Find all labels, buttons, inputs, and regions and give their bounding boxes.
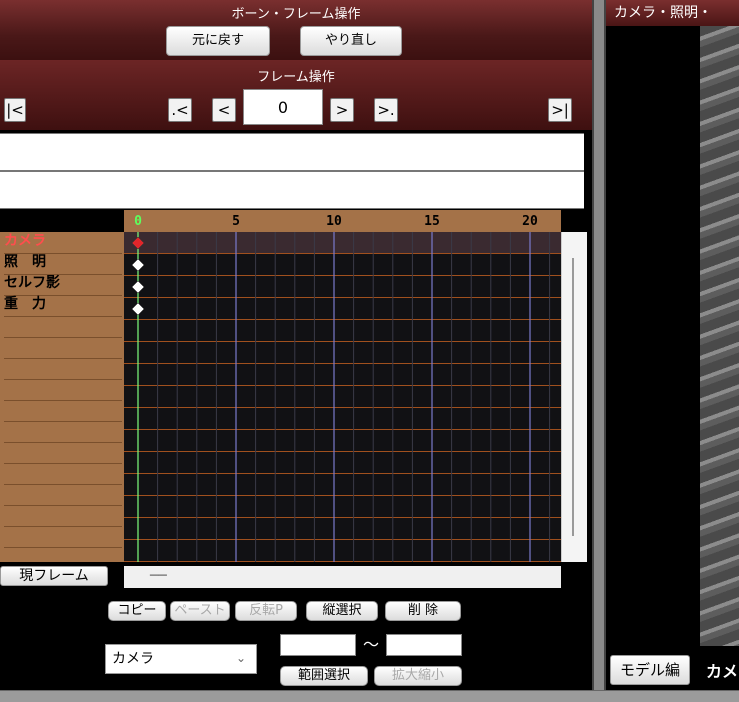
track-label-shadow[interactable]: セルフ影 [4, 274, 122, 296]
last-frame-button[interactable]: >| [548, 98, 572, 122]
timeline-row[interactable] [124, 518, 561, 540]
track-label-empty [4, 421, 122, 443]
timeline-row[interactable] [124, 386, 561, 408]
track-label-empty [4, 316, 122, 338]
current-frame-button[interactable]: 現フレーム [0, 566, 108, 586]
redo-button[interactable]: やり直し [300, 26, 402, 56]
bone-frame-ops-title: ボーン・フレーム操作 [231, 7, 361, 22]
track-label-camera[interactable]: カメラ [4, 232, 122, 254]
prev-frame-button[interactable]: < [212, 98, 236, 122]
timeline-row[interactable] [124, 342, 561, 364]
timeline-row[interactable] [124, 364, 561, 386]
panel-splitter[interactable] [592, 0, 606, 702]
timeline-row[interactable] [124, 320, 561, 342]
current-frame-value: ── [150, 568, 167, 584]
timeline-row[interactable] [124, 254, 561, 276]
copy-button[interactable]: コピー [108, 601, 166, 621]
info-field-1 [0, 133, 584, 171]
frame-ops-title: フレーム操作 [257, 70, 335, 85]
timeline-row[interactable] [124, 276, 561, 298]
viewport-preview [700, 26, 739, 646]
undo-button[interactable]: 元に戻す [166, 26, 270, 56]
track-label-empty [4, 484, 122, 506]
scale-button[interactable]: 拡大縮小 [374, 666, 462, 686]
timeline-row[interactable] [124, 430, 561, 452]
track-label-empty [4, 379, 122, 401]
timeline-ruler[interactable]: 0 5 10 15 20 [124, 210, 561, 232]
next-keyframe-button[interactable]: >. [374, 98, 398, 122]
timeline-row[interactable] [124, 496, 561, 518]
ruler-tick-label: 20 [522, 214, 538, 229]
timeline-grid[interactable] [124, 232, 561, 562]
range-to-input[interactable] [386, 634, 462, 656]
ruler-tick-label: 15 [424, 214, 440, 229]
vertical-select-button[interactable]: 縦選択 [306, 601, 378, 621]
track-label-empty [4, 358, 122, 380]
range-from-input[interactable] [280, 634, 356, 656]
track-label-empty [4, 526, 122, 548]
timeline-row[interactable] [124, 232, 561, 254]
timeline-row[interactable] [124, 540, 561, 562]
ruler-tick-label: 10 [326, 214, 342, 229]
track-label-gravity[interactable]: 重 力 [4, 295, 122, 317]
track-label-empty [4, 442, 122, 464]
ruler-ticks: 0 5 10 15 20 [134, 214, 538, 229]
timeline-vertical-scrollbar[interactable] [561, 232, 587, 562]
next-frame-button[interactable]: > [330, 98, 354, 122]
ruler-tick-label: 0 [134, 214, 142, 229]
first-frame-button[interactable]: |< [4, 98, 26, 122]
ruler-tick-label: 5 [232, 214, 240, 229]
track-label-empty [4, 463, 122, 485]
current-frame-input[interactable] [243, 89, 323, 125]
paste-button[interactable]: ペースト [170, 601, 230, 621]
delete-button[interactable]: 削 除 [385, 601, 461, 621]
range-separator: ～ [362, 635, 379, 654]
model-edit-button[interactable]: モデル編 [610, 655, 690, 685]
timeline-grid-canvas [124, 232, 561, 562]
status-strip [0, 690, 739, 702]
track-label-empty [4, 400, 122, 422]
track-label-empty [4, 337, 122, 359]
track-label-column: カメラ 照 明 セルフ影 重 力 [0, 232, 124, 562]
scrollbar-thumb[interactable] [572, 258, 574, 536]
track-label-empty [4, 505, 122, 527]
prev-keyframe-button[interactable]: .< [168, 98, 192, 122]
camera-light-panel-title: カメラ・照明・ [606, 0, 739, 26]
track-label-light[interactable]: 照 明 [4, 253, 122, 275]
info-field-2 [0, 171, 584, 209]
timeline-row[interactable] [124, 452, 561, 474]
timeline-row[interactable] [124, 408, 561, 430]
timeline-row[interactable] [124, 474, 561, 496]
timeline-row[interactable] [124, 298, 561, 320]
reverse-paste-button[interactable]: 反転P [235, 601, 297, 621]
chevron-down-icon[interactable]: ⌄ [233, 650, 249, 666]
camera-mode-tab[interactable]: カメ [706, 660, 739, 684]
range-select-button[interactable]: 範囲選択 [280, 666, 368, 686]
